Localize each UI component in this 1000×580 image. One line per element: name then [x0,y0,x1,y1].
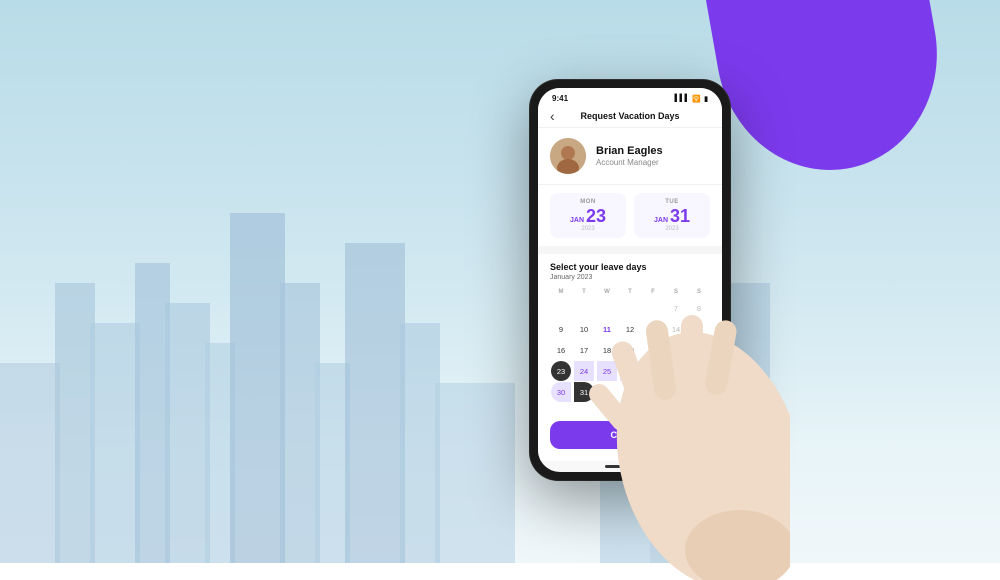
cal-day-16[interactable]: 16 [551,340,571,360]
cal-day-23[interactable]: 23 [551,361,571,381]
nav-bar: ‹ Request Vacation Days [538,105,722,128]
time-display: 9:41 [552,94,568,103]
nav-title: Request Vacation Days [580,111,679,121]
from-year: 2023 [558,226,618,232]
cal-header-m: M [550,287,572,297]
to-month: JAN 31 [642,207,702,225]
phone-mockup: 9:41 ▌▌▌ 🛜 ▮ ‹ Request Vacation Days [530,80,730,480]
status-bar: 9:41 ▌▌▌ 🛜 ▮ [538,88,722,105]
skyline-background [0,183,1000,563]
cal-day-30[interactable]: 30 [551,382,571,402]
profile-info: Brian Eagles Account Manager [596,145,710,167]
avatar [550,138,586,174]
cal-empty-1 [551,298,571,318]
profile-section: Brian Eagles Account Manager [538,128,722,185]
hand-illustration [570,260,790,580]
cal-day-9[interactable]: 9 [551,319,571,339]
date-to-card[interactable]: TUE JAN 31 2023 [634,193,710,238]
profile-name: Brian Eagles [596,145,710,157]
avatar-image [550,138,586,174]
date-cards: MON JAN 23 2023 TUE JAN 31 2023 [538,185,722,254]
to-day-label: TUE [642,199,702,205]
status-icons: ▌▌▌ 🛜 ▮ [675,95,708,103]
profile-role: Account Manager [596,158,710,167]
from-day-label: MON [558,199,618,205]
battery-icon: ▮ [704,95,708,103]
from-month: JAN 23 [558,207,618,225]
signal-icon: ▌▌▌ [675,95,690,102]
back-button[interactable]: ‹ [550,108,555,124]
to-year: 2023 [642,226,702,232]
wifi-icon: 🛜 [692,95,701,103]
date-from-card[interactable]: MON JAN 23 2023 [550,193,626,238]
